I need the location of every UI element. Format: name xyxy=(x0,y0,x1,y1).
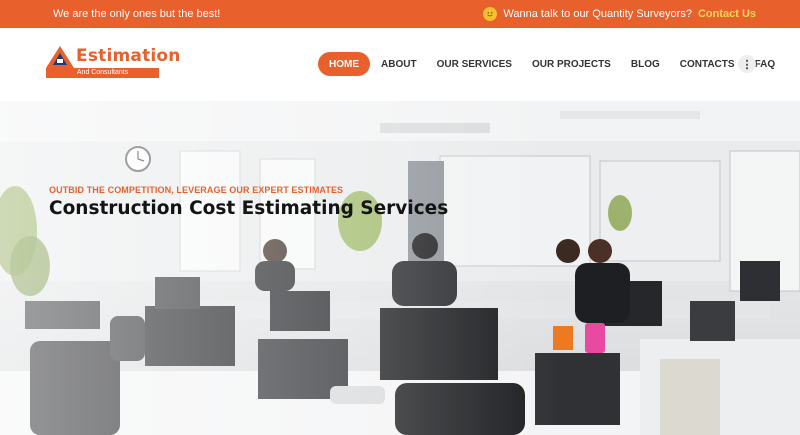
nav-blog[interactable]: BLOG xyxy=(631,52,660,76)
tagline: We are the only ones but the best! xyxy=(53,8,221,20)
contact-us-link[interactable]: Contact Us xyxy=(698,8,756,20)
top-bar: We are the only ones but the best! Wanna… xyxy=(0,0,800,28)
nav-home[interactable]: HOME xyxy=(318,52,370,76)
nav-contacts[interactable]: CONTACTS xyxy=(680,52,735,76)
nav-our-projects[interactable]: OUR PROJECTS xyxy=(532,52,611,76)
nav-faq[interactable]: FAQ xyxy=(755,52,776,76)
logo-name: Estimation xyxy=(76,46,181,66)
hero-kicker: OUTBID THE COMPETITION, LEVERAGE OUR EXP… xyxy=(49,185,344,195)
contact-prompt: Wanna talk to our Quantity Surveyors? Co… xyxy=(483,7,756,21)
hero-title: Construction Cost Estimating Services xyxy=(49,198,449,219)
contact-prompt-text: Wanna talk to our Quantity Surveyors? xyxy=(503,8,692,20)
nav-our-services[interactable]: OUR SERVICES xyxy=(437,52,512,76)
logo-mark-icon xyxy=(46,46,74,68)
hero-banner: OUTBID THE COMPETITION, LEVERAGE OUR EXP… xyxy=(0,101,800,435)
hero-overlay xyxy=(0,101,800,435)
main-nav: HOME ABOUT OUR SERVICES OUR PROJECTS BLO… xyxy=(318,52,795,76)
smile-icon xyxy=(483,7,498,21)
site-logo[interactable]: Estimation And Consultants xyxy=(46,46,180,82)
logo-subtitle: And Consultants xyxy=(46,68,159,78)
more-vertical-icon[interactable]: ⋮ xyxy=(738,55,756,73)
site-header: Estimation And Consultants HOME ABOUT OU… xyxy=(0,28,800,101)
nav-about[interactable]: ABOUT xyxy=(381,52,417,76)
